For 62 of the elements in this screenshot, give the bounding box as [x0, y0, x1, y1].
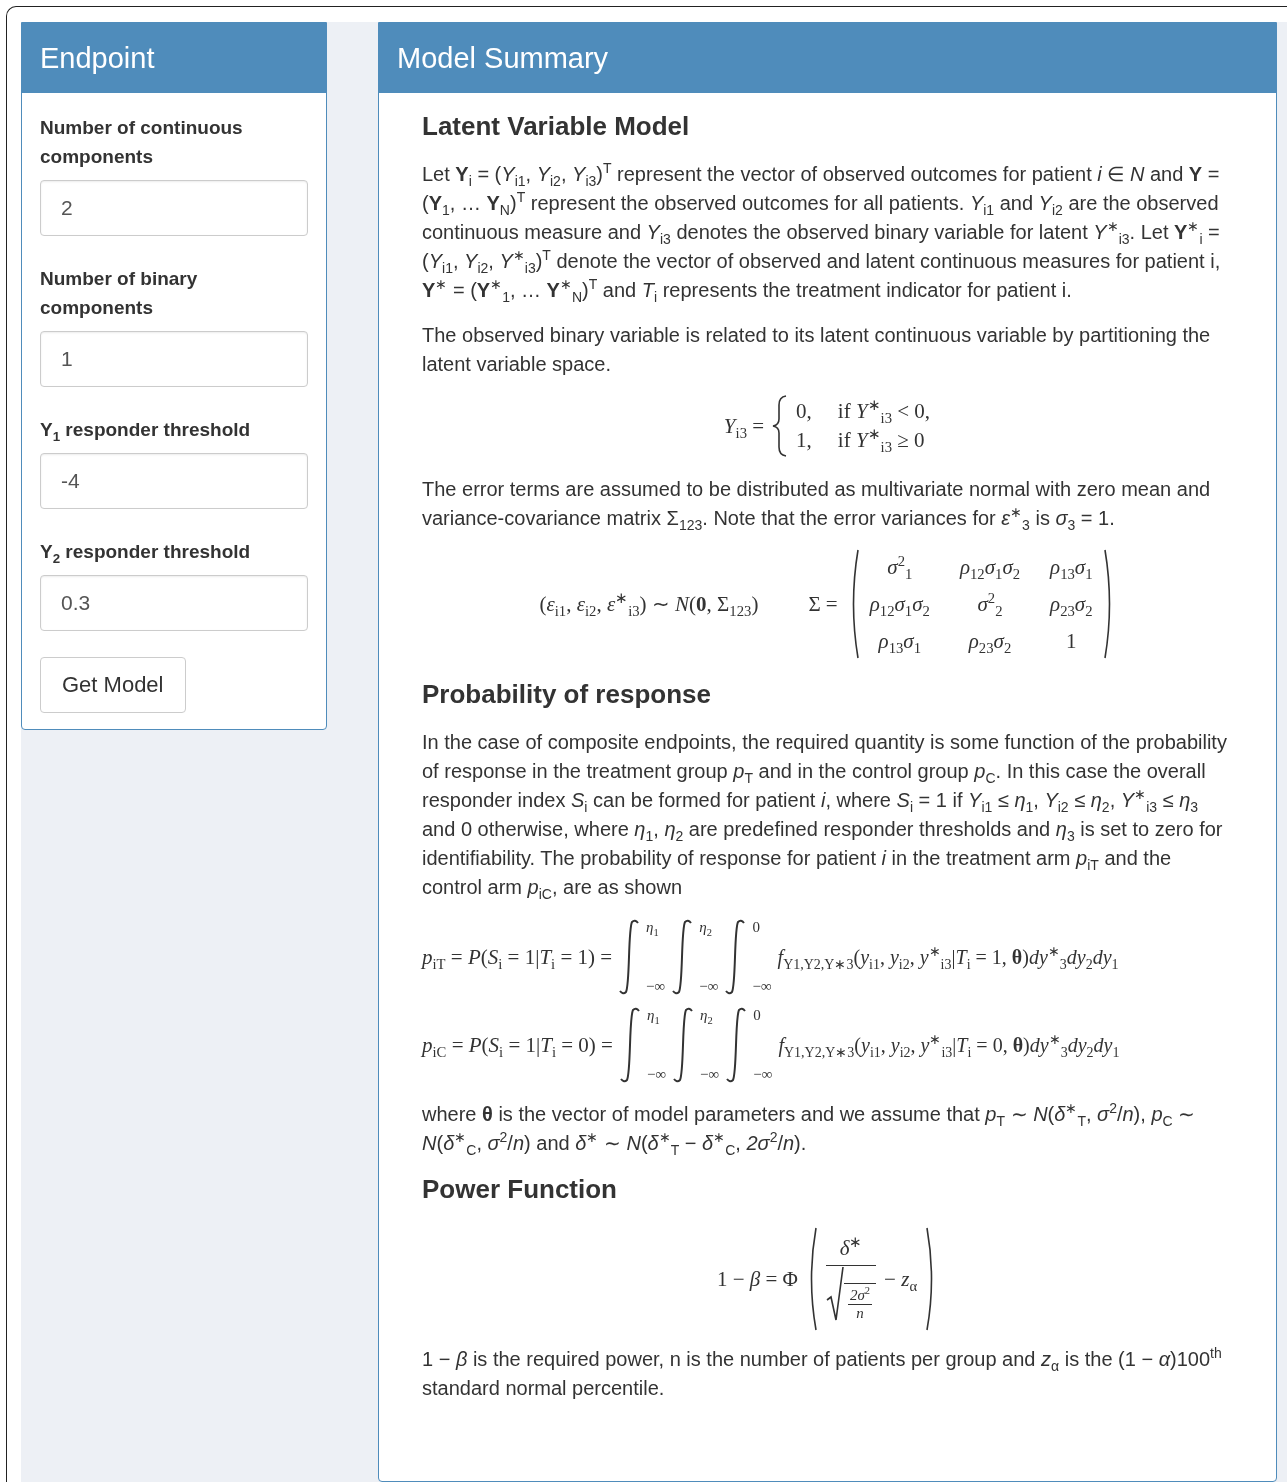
case-condition: if Y$^{∗}$$_{i3}$ < 0, — [837, 399, 931, 424]
case-condition: if Y$^{∗}$$_{i3}$ ≥ 0 — [837, 428, 926, 453]
integral-sign-icon — [618, 918, 641, 996]
upper-limit: η$_{2}$ — [699, 919, 713, 936]
field-label: Y$_{2}$ responder threshold — [40, 540, 252, 566]
matrix-entry: ρ$_{13}$σ$_{1}$ — [878, 628, 922, 654]
integrand-text: f$_{Y1,Y2,Y∗3}$(y$_{i1}$, y$_{i2}$, y$^{∗}$$_{i3}$|T$_{i}$ = 0, θ)dy$^{∗}$$_{3}$dy$_{2}$dy$_{1}$ — [778, 1033, 1120, 1057]
upper-limit: η$_{1}$ — [646, 1007, 661, 1024]
upper-limit: 0 — [752, 919, 761, 936]
case-value: 0, — [796, 399, 812, 424]
lower-limit: −∞ — [646, 1066, 667, 1083]
input-field[interactable]: -4 — [40, 453, 308, 509]
paragraph: where θ is the vector of model parameters and we assume that p$_{T}$ ∼ N(δ$^{∗}$$_{T}$, σ$^{2}$/n), p$_{C}$ ∼ N(δ$^{∗}$$_{C}$, σ$^{2}$/n) and δ$^{∗}$ ∼ N(δ$^{∗}$$_{T}$ − δ$^{∗}$$_{C}$, 2σ$^{2}$/n). — [422, 1100, 1197, 1158]
case-value: 1, — [796, 428, 812, 453]
matrix-entry: ρ$_{12}$σ$_{1}$σ$_{2}$ — [869, 591, 930, 617]
matrix-entry: 1 — [1066, 628, 1077, 654]
paragraph: The observed binary variable is related to its latent continuous variable by partitioning the latent variable space. — [422, 323, 1212, 377]
integral-sign-icon — [724, 918, 747, 996]
radicand-denominator: n — [856, 1305, 864, 1322]
get-model-button[interactable]: Get Model — [40, 657, 186, 713]
integral-sign-icon — [672, 1006, 695, 1084]
paragraph: In the case of composite endpoints, the required quantity is some function of the probability of response in the treatment group p$_{T}$ and in the control group p$_{C}$. In this case the overall responder index S$_{i}$ can be formed for patient i, where S$_{i}$ = 1 if Y$_{i1}$ ≤ η$_{1}$, Y$_{i2}$ ≤ η$_{2}$, Y$^{∗}$$_{i3}$ ≤ η$_{3}$ and 0 otherwise, where η$_{1}$, η$_{2}$ are predefined responder thresholds and η$_{3}$ is set to zero for identifiability. The probability of response for patient i in the treatment arm p$_{iT}$ and the control arm p$_{iC}$, are as shown — [422, 730, 1228, 902]
input-field[interactable]: 0.3 — [40, 575, 308, 631]
field-label: Y$_{1}$ responder threshold — [40, 418, 252, 444]
matrix-entry: ρ$_{13}$σ$_{1}$ — [1050, 554, 1093, 580]
fraction-numerator: δ$^{∗}$ — [839, 1236, 863, 1260]
paragraph: Let Y$_{i}$ = (Y$_{i1}$, Y$_{i2}$, Y$_{i3}$)$^{T}$ represent the vector of observed outcomes for patient i ∈ N and Y = (Y$_{1}$, … Y$_{N}$)$^{T}$ represent the observed outcomes for all patients. Y$_{i1}$ and Y$_{i2}$ are the observed continuous measure and Y$_{i3}$ denotes the observed binary variable for latent Y$^{∗}$$_{i3}$. Let Y$^{∗}$$_{i}$ = (Y$_{i1}$, Y$_{i2}$, Y$^{∗}$$_{i3}$)$^{T}$ denote the vector of observed and latent continuous measures for patient i, Y$^{∗}$ = (Y$^{∗}$$_{1}$, … Y$^{∗}$$_{N}$)$^{T}$ and T$_{i}$ represents the treatment indicator for patient i. — [422, 160, 1222, 305]
lower-limit: −∞ — [646, 978, 666, 995]
matrix-entry: ρ$_{23}$σ$_{2}$ — [1050, 591, 1093, 617]
equation-text: − z$_{α}$ — [884, 1266, 918, 1292]
lower-limit: −∞ — [700, 1066, 720, 1083]
lower-limit: −∞ — [752, 978, 772, 995]
equation-text: 1 − β = Φ — [716, 1266, 798, 1292]
field-label: Number of continuous components — [40, 116, 244, 169]
section-heading: Power Function — [422, 1174, 618, 1205]
equation-text: Y$_{i3}$ = — [723, 413, 765, 439]
upper-limit: 0 — [753, 1007, 762, 1024]
field-label: Number of binary components — [40, 267, 199, 320]
equation-text: (ε$_{i1}$, ε$_{i2}$, ε$^{∗}$$_{i3}$) ∼ N(0, Σ$_{123}$) — [539, 591, 759, 617]
matrix-entry: ρ$_{23}$σ$_{2}$ — [968, 628, 1012, 654]
panel-title: Endpoint — [22, 23, 326, 93]
brace-icon — [772, 395, 789, 457]
integral-sign-icon — [671, 918, 694, 996]
section-heading: Probability of response — [422, 679, 712, 710]
equation-text: Σ = — [808, 591, 838, 617]
integral-sign-icon — [725, 1006, 748, 1084]
paragraph: The error terms are assumed to be distributed as multivariate normal with zero mean and variance-covariance matrix Σ$_{123}$. Note that the error variances for ε$^{∗}$$_{3}$ is σ$_{3}$ = 1. — [422, 477, 1212, 533]
upper-limit: η$_{2}$ — [700, 1007, 714, 1024]
integrand-text: f$_{Y1,Y2,Y∗3}$(y$_{i1}$, y$_{i2}$, y$^{∗}$$_{i3}$|T$_{i}$ = 1, θ)dy$^{∗}$$_{3}$dy$_{2}$dy$_{1}$ — [777, 945, 1119, 969]
input-field[interactable]: 1 — [40, 331, 308, 387]
panel-title: Model Summary — [379, 23, 1276, 93]
equation-text: p$_{iC}$ = P(S$_{i}$ = 1|T$_{i}$ = 0) = — [422, 1032, 613, 1058]
matrix-entry: ρ$_{12}$σ$_{1}$σ$_{2}$ — [959, 554, 1021, 580]
lower-limit: −∞ — [699, 978, 719, 995]
equation-text: p$_{iT}$ = P(S$_{i}$ = 1|T$_{i}$ = 1) = — [422, 944, 613, 970]
lower-limit: −∞ — [753, 1066, 773, 1083]
input-field[interactable]: 2 — [40, 180, 308, 236]
section-heading: Latent Variable Model — [422, 111, 691, 142]
radicand-numerator: 2σ$^{2}$ — [849, 1287, 871, 1303]
paragraph: 1 − β is the required power, n is the number of patients per group and z$_{α}$ is the (1 − α)100$^{th}$ standard normal percentile. — [422, 1345, 1223, 1401]
integral-sign-icon — [618, 1006, 641, 1084]
upper-limit: η$_{1}$ — [646, 919, 660, 936]
